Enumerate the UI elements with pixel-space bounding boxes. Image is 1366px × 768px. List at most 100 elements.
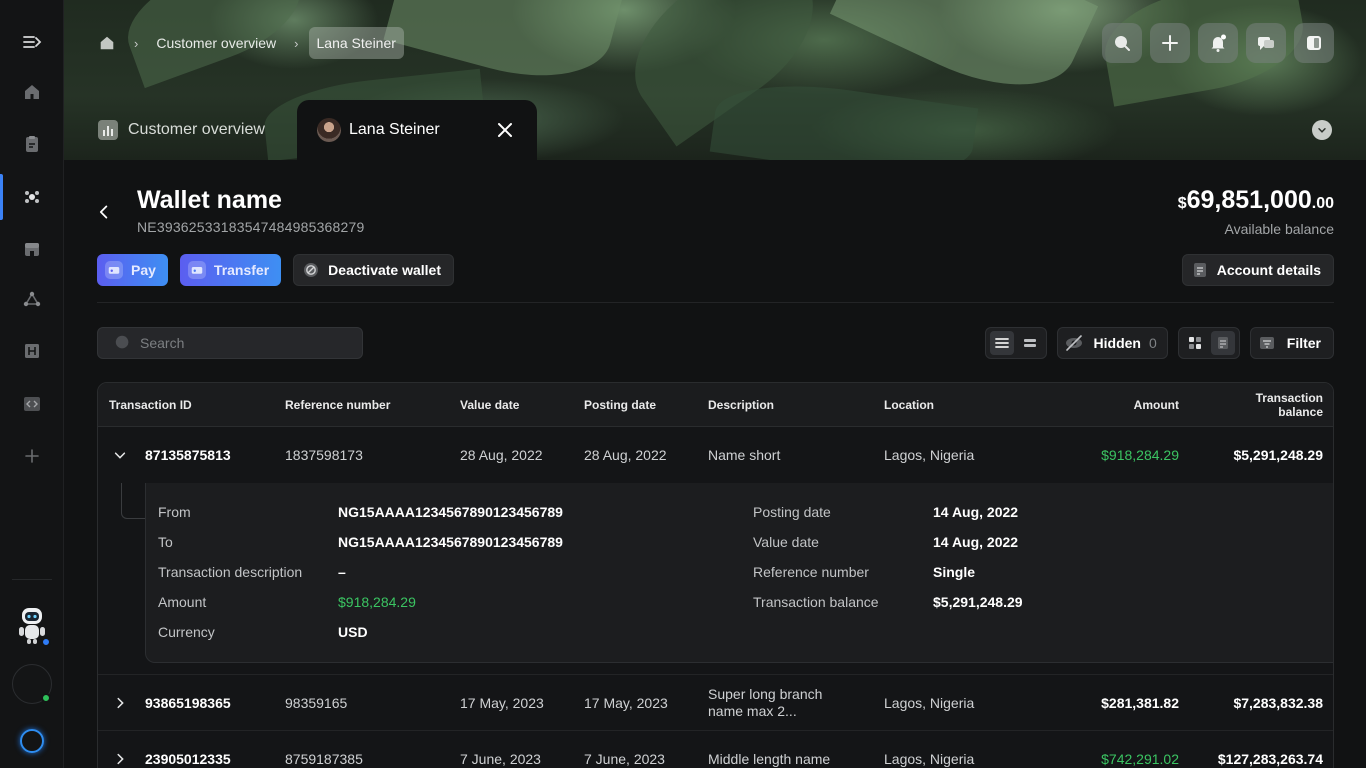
bell-icon[interactable] [1198,23,1238,63]
main-content: Wallet name NE393625331835474849853682​7… [64,160,1366,768]
detail-from-label: From [158,504,191,520]
pay-button[interactable]: Pay [97,254,168,286]
cell-amount: $918,284.29 [1101,446,1179,463]
transfer-button[interactable]: Transfer [179,254,282,286]
network-icon[interactable] [0,280,64,320]
filter-icon [1255,331,1279,355]
breadcrumb-home-icon[interactable] [90,27,124,59]
cell-location: Lagos, Nigeria [884,750,975,767]
sidebar-divider [12,579,52,580]
hidden-label: Hidden [1093,335,1141,351]
home-icon[interactable] [0,72,64,112]
filter-button[interactable]: Filter [1249,327,1334,359]
table-header: Transaction ID Reference number Value da… [98,383,1333,427]
search-icon[interactable] [1102,23,1142,63]
th-description[interactable]: Description [708,383,774,427]
tab-label: Lana Steiner [349,121,440,138]
cell-description: Super long branch name max 2... [708,686,823,719]
cell-reference: 8759187385 [285,750,363,767]
online-status-dot [41,693,51,703]
tab-customer-overview[interactable]: Customer overview [98,100,265,160]
pay-icon [105,261,123,279]
cell-posting-date: 17 May, 2023 [584,694,668,711]
chevron-down-icon[interactable] [1312,120,1332,140]
cell-amount: $742,291.02 [1101,750,1179,767]
th-posting-date[interactable]: Posting date [584,383,656,427]
sidebar-toggle-icon[interactable] [1294,23,1334,63]
balance-label: Available balance [1224,221,1335,237]
balance-cents: .00 [1311,195,1334,212]
detail-card: From NG15AAAA1234567890123456789 To NG15… [145,483,1333,663]
th-value-date[interactable]: Value date [460,383,519,427]
deactivate-label: Deactivate wallet [328,262,442,278]
table-row[interactable]: 93865198365 98359165 17 May, 2023 17 May… [98,675,1333,731]
customers-icon[interactable] [0,177,64,217]
chevron-right-icon[interactable] [110,693,130,713]
code-icon[interactable] [0,384,64,424]
chat-icon[interactable] [1246,23,1286,63]
cell-description: Middle length name [708,750,831,767]
cell-amount: $281,381.82 [1101,694,1179,711]
th-transaction-balance[interactable]: Transaction balance [1256,383,1323,427]
cell-value-date: 28 Aug, 2022 [460,446,543,463]
density-toggle [984,327,1047,359]
cell-reference: 1837598173 [285,446,363,463]
list-view-icon[interactable] [1210,331,1235,355]
th-amount[interactable]: Amount [1134,383,1179,427]
account-details-button[interactable]: Account details [1181,254,1334,286]
density-compact-icon[interactable] [1018,331,1042,355]
view-toggle [1177,327,1240,359]
eye-off-icon [1062,331,1086,355]
back-arrow-icon[interactable] [92,200,116,224]
detail-from-value: NG15AAAA1234567890123456789 [338,504,563,520]
store-icon[interactable] [0,229,64,269]
detail-ref-value: Single [933,564,976,580]
chart-icon [98,120,118,140]
deactivate-wallet-button[interactable]: Deactivate wallet [293,254,455,286]
transactions-table: Transaction ID Reference number Value da… [97,382,1334,768]
breadcrumb-separator: › [134,35,139,51]
search-input[interactable] [140,335,340,351]
chevron-down-icon[interactable] [110,445,130,465]
hidden-columns-button[interactable]: Hidden 0 [1056,327,1168,359]
collapse-menu-icon[interactable] [0,22,64,62]
account-details-label: Account details [1216,262,1321,278]
search-field[interactable] [97,327,363,359]
tab-lana-steiner[interactable]: Lana Steiner [297,100,537,160]
cell-location: Lagos, Nigeria [884,694,975,711]
top-actions [1102,23,1334,63]
detail-desc-label: Transaction description [158,564,303,580]
detail-value-date-label: Value date [753,534,819,550]
cell-location: Lagos, Nigeria [884,446,975,463]
close-icon[interactable] [495,120,515,140]
assistant-status-dot [41,637,51,647]
tab-bar: Customer overview Lana Steiner [64,100,1366,160]
detail-balance-value: $5,291,248.29 [933,594,1023,610]
chevron-right-icon[interactable] [110,749,130,768]
document-icon [1191,261,1209,279]
cell-balance: $5,291,248.29 [1233,446,1323,463]
grid-view-icon[interactable] [1183,331,1207,355]
detail-desc-value: – [338,564,346,580]
table-row[interactable]: 23905012335 8759187385 7 June, 2023 7 Ju… [98,731,1333,768]
detail-value-date-value: 14 Aug, 2022 [933,534,1019,550]
plus-icon[interactable] [1150,23,1190,63]
cell-value-date: 7 June, 2023 [460,750,541,767]
density-comfortable-icon[interactable] [989,331,1014,355]
block-icon [302,261,320,279]
add-icon[interactable] [0,436,64,476]
th-balance-line2: balance [1278,405,1323,419]
th-balance-line1: Transaction [1255,391,1323,405]
th-reference-number[interactable]: Reference number [285,383,390,427]
breadcrumb-customer-overview[interactable]: Customer overview [148,35,284,51]
bank-icon[interactable] [0,331,64,371]
cell-balance: $127,283,263.74 [1217,750,1323,767]
balance-amount: $69,851,000.00 [1178,186,1334,215]
voice-assistant-icon[interactable] [20,729,44,753]
clipboard-icon[interactable] [0,124,64,164]
table-row[interactable]: 87135875813 1837598173 28 Aug, 2022 28 A… [98,427,1333,483]
filter-label: Filter [1286,335,1321,351]
th-transaction-id[interactable]: Transaction ID [109,383,192,427]
th-location[interactable]: Location [884,383,934,427]
detail-posting-label: Posting date [753,504,831,520]
